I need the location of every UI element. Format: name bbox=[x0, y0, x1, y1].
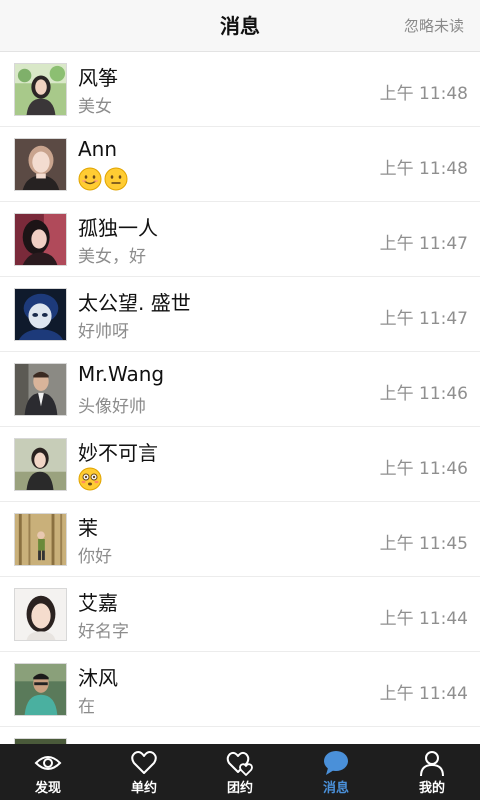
contact-name: Ann bbox=[78, 137, 118, 161]
avatar-photo-anime bbox=[15, 289, 66, 340]
ignore-unread-button[interactable]: 忽略未读 bbox=[404, 0, 464, 52]
heart-icon bbox=[131, 751, 157, 774]
message-list[interactable]: 风筝 美女 上午 11:48 Ann 上午 11:48 孤独一人 美女，好 上午… bbox=[0, 52, 480, 744]
smiling-face-emoji bbox=[78, 167, 102, 191]
message-preview: 美女 bbox=[78, 97, 112, 117]
message-row[interactable]: 艾嘉 好名字 上午 11:44 bbox=[0, 577, 480, 652]
chat-bubble-icon bbox=[324, 751, 348, 775]
message-time: 上午 11:44 bbox=[379, 684, 468, 704]
contact-name: 风筝 bbox=[78, 66, 118, 90]
avatar[interactable] bbox=[14, 213, 67, 266]
message-time: 上午 11:44 bbox=[379, 609, 468, 629]
contact-name: 孤独一人 bbox=[78, 216, 158, 240]
avatar[interactable] bbox=[14, 138, 67, 191]
bottom-tab-bar: 发现 单约 团约 消息 我的 bbox=[0, 744, 480, 800]
message-row[interactable]: 沐风 在 上午 11:44 bbox=[0, 652, 480, 727]
contact-name: Mr.Wang bbox=[78, 362, 165, 386]
tab-label: 单约 bbox=[130, 781, 157, 796]
tab-messages[interactable]: 消息 bbox=[288, 744, 384, 800]
message-row[interactable]: 太公望. 盛世 好帅呀 上午 11:47 bbox=[0, 277, 480, 352]
avatar[interactable] bbox=[14, 588, 67, 641]
message-row[interactable]: 茉 你好 上午 11:45 bbox=[0, 502, 480, 577]
tab-me[interactable]: 我的 bbox=[384, 744, 480, 800]
message-preview bbox=[78, 167, 130, 191]
message-row[interactable]: Ann 上午 11:48 bbox=[0, 127, 480, 202]
message-preview: 好名字 bbox=[78, 622, 129, 642]
tab-label: 我的 bbox=[418, 781, 445, 796]
eye-icon bbox=[34, 756, 62, 770]
contact-name: 妙不可言 bbox=[78, 441, 158, 465]
message-row[interactable]: Mr.Wang 头像好帅 上午 11:46 bbox=[0, 352, 480, 427]
avatar[interactable] bbox=[14, 363, 67, 416]
message-time: 上午 11:48 bbox=[379, 84, 468, 104]
person-icon bbox=[420, 751, 444, 777]
message-row[interactable]: 风筝 美女 上午 11:48 bbox=[0, 52, 480, 127]
flushed-face-emoji bbox=[78, 467, 102, 491]
avatar[interactable] bbox=[14, 288, 67, 341]
avatar-photo-woman bbox=[15, 514, 66, 565]
contact-name: 艾嘉 bbox=[78, 591, 118, 615]
message-time: 上午 11:46 bbox=[379, 459, 468, 479]
message-preview: 你好 bbox=[78, 547, 112, 567]
message-preview: 好帅呀 bbox=[78, 322, 129, 342]
message-preview: 头像好帅 bbox=[78, 397, 146, 417]
message-time: 上午 11:48 bbox=[379, 159, 468, 179]
avatar-photo-woman bbox=[15, 589, 66, 640]
message-row[interactable] bbox=[0, 727, 480, 744]
message-preview: 在 bbox=[78, 697, 95, 717]
avatar[interactable] bbox=[14, 663, 67, 716]
contact-name: 茉 bbox=[78, 516, 98, 540]
message-time: 上午 11:47 bbox=[379, 234, 468, 254]
tab-label: 消息 bbox=[322, 781, 349, 796]
message-row[interactable]: 孤独一人 美女，好 上午 11:47 bbox=[0, 202, 480, 277]
avatar-photo-woman bbox=[15, 439, 66, 490]
message-row[interactable]: 妙不可言 上午 11:46 bbox=[0, 427, 480, 502]
message-time: 上午 11:46 bbox=[379, 384, 468, 404]
tab-discover[interactable]: 发现 bbox=[0, 744, 96, 800]
double-heart-icon bbox=[226, 751, 253, 776]
message-time: 上午 11:47 bbox=[379, 309, 468, 329]
tab-label: 发现 bbox=[34, 781, 61, 796]
avatar-photo-woman bbox=[15, 64, 66, 115]
tab-group-date[interactable]: 团约 bbox=[192, 744, 288, 800]
avatar-photo-man bbox=[15, 364, 66, 415]
tab-single-date[interactable]: 单约 bbox=[96, 744, 192, 800]
avatar-photo-woman bbox=[15, 214, 66, 265]
tab-label: 团约 bbox=[226, 781, 253, 796]
message-preview bbox=[78, 467, 104, 491]
avatar[interactable] bbox=[14, 63, 67, 116]
top-bar: 消息 忽略未读 bbox=[0, 0, 480, 52]
avatar-photo-woman bbox=[15, 139, 66, 190]
avatar-photo-man bbox=[15, 664, 66, 715]
contact-name: 沐风 bbox=[78, 666, 118, 690]
message-time: 上午 11:45 bbox=[379, 534, 468, 554]
message-preview: 美女，好 bbox=[78, 247, 146, 267]
avatar[interactable] bbox=[14, 513, 67, 566]
neutral-face-emoji bbox=[104, 167, 128, 191]
avatar[interactable] bbox=[14, 438, 67, 491]
contact-name: 太公望. 盛世 bbox=[78, 291, 191, 315]
